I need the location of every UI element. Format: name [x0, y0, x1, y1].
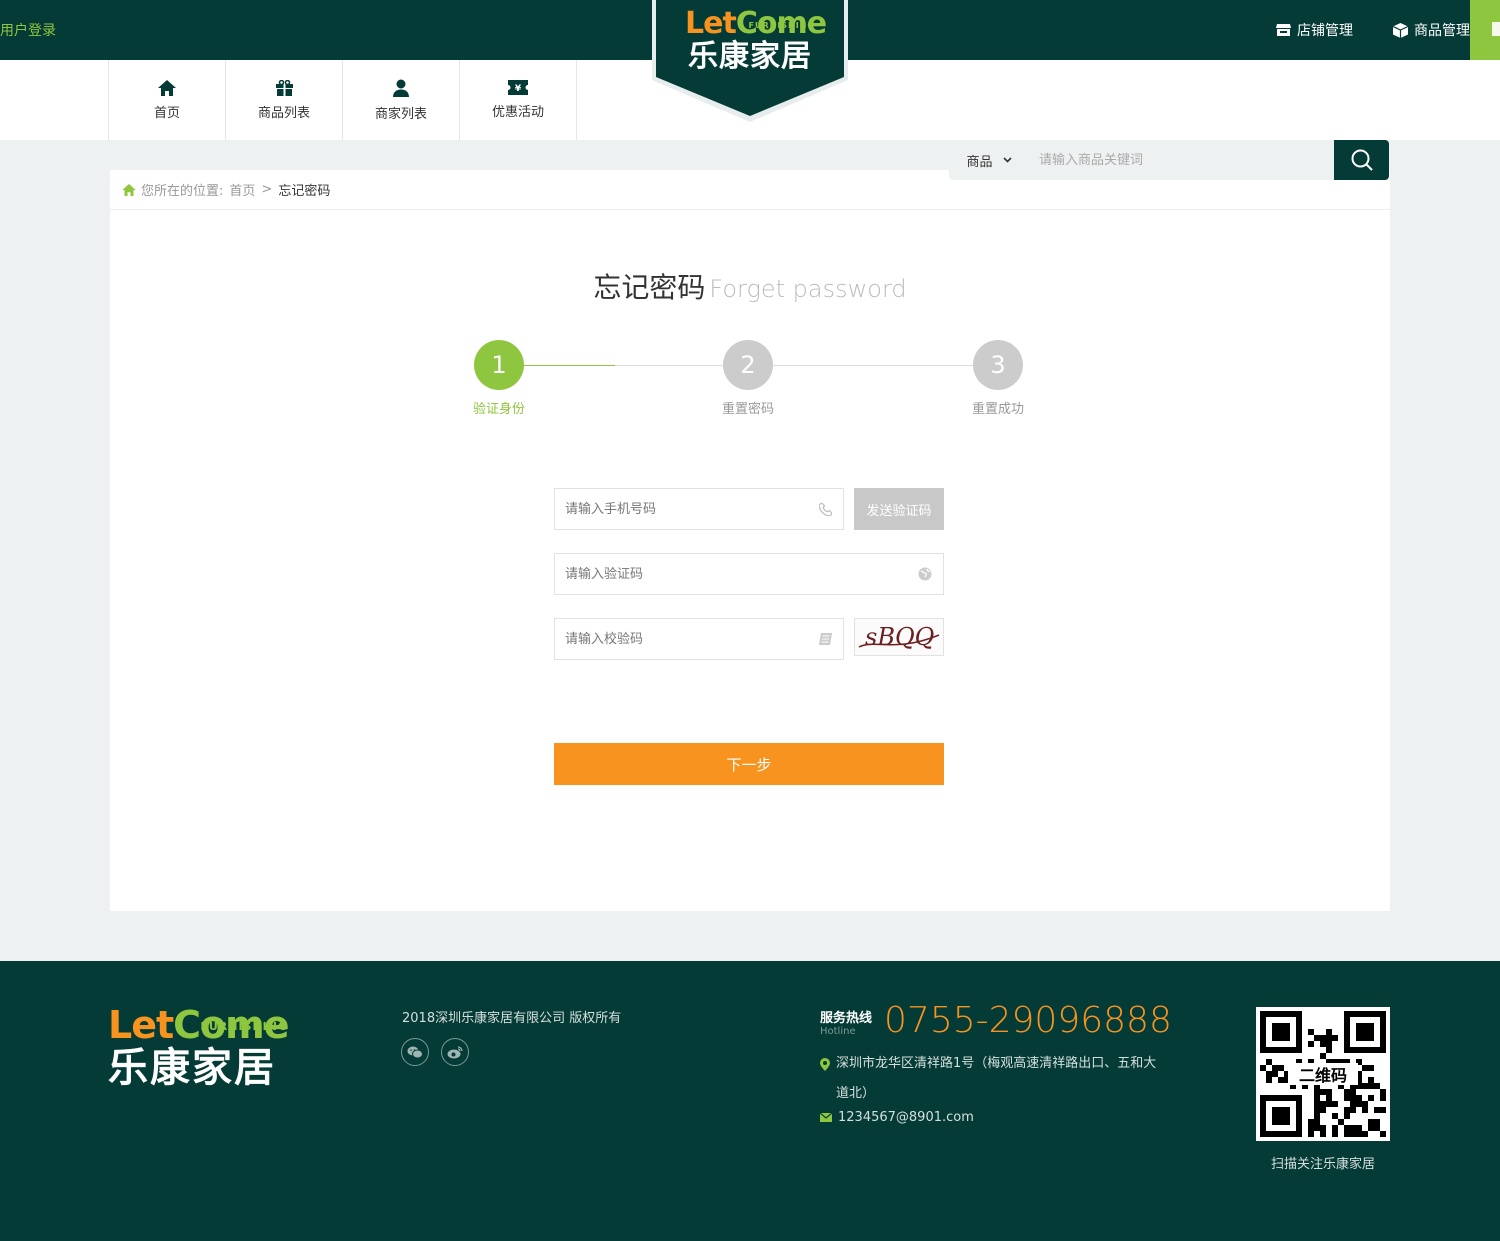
step-label: 验证身份: [472, 402, 525, 417]
captcha-graphic: sBQQ: [858, 623, 940, 651]
home-icon: [158, 79, 176, 96]
phone-field: [554, 488, 844, 530]
hotline-label-cn: 服务热线: [820, 1011, 873, 1026]
breadcrumb-separator: >: [261, 182, 273, 197]
store-management-label: 店铺管理: [1297, 23, 1353, 39]
search-button[interactable]: [1334, 140, 1389, 180]
social-links: [401, 1038, 481, 1066]
qr-caption: 扫描关注乐康家居: [1270, 1157, 1375, 1172]
captcha-text: sBQQ: [865, 623, 934, 651]
address: 深圳市龙华区清祥路1号（梅观高速清祥路出口、五和大道北）: [820, 1049, 1160, 1109]
home-icon: [122, 183, 136, 196]
user-icon: [393, 79, 409, 97]
step-number: 2: [723, 340, 773, 390]
qr-code: 二维码: [1256, 1007, 1390, 1141]
forgot-password-card: 您所在的位置: 首页 > 忘记密码 忘记密码 Forget password 1 …: [110, 170, 1390, 911]
logo-cn: 乐康家居: [108, 1045, 276, 1091]
email: 1234567@8901.com: [820, 1108, 974, 1128]
hotline-number: 0755-29096888: [884, 1000, 1172, 1041]
nav-item-merchants[interactable]: 商家列表: [343, 60, 460, 140]
verification-code-field: [554, 553, 944, 595]
step-reset-password: 2 重置密码: [708, 340, 788, 417]
weibo-icon: [447, 1045, 463, 1058]
qr-label: 二维码: [1288, 1063, 1358, 1085]
step-line: [615, 365, 999, 366]
page-title-cn: 忘记密码: [593, 271, 706, 304]
nav-item-promotions[interactable]: ¥ 优惠活动: [460, 60, 577, 140]
nav-item-label: 首页: [153, 105, 180, 121]
search-category-value: 商品: [966, 154, 993, 170]
box-icon: [1393, 22, 1408, 38]
chevron-down-icon: [1002, 157, 1012, 163]
captcha-input[interactable]: [555, 619, 807, 659]
logo-cn: 乐康家居: [688, 39, 812, 74]
progress-steps: 1 验证身份 2 重置密码 3 重置成功: [110, 340, 1390, 420]
book-icon: [819, 633, 832, 645]
weibo-link[interactable]: [441, 1038, 469, 1066]
step-number: 3: [973, 340, 1023, 390]
nav-item-label: 优惠活动: [491, 105, 544, 120]
step-reset-success: 3 重置成功: [958, 340, 1038, 417]
svg-text:¥: ¥: [515, 84, 522, 94]
step-number: 1: [474, 340, 524, 390]
search-bar: 商品: [949, 140, 1389, 180]
mail-icon: [820, 1113, 832, 1122]
phone-input[interactable]: [555, 489, 807, 529]
captcha-field: [554, 618, 844, 660]
nav-item-home[interactable]: 首页: [109, 60, 226, 140]
copyright-text: 2018深圳乐康家居有限公司 版权所有: [402, 1011, 622, 1026]
globe-icon: [918, 567, 932, 581]
site-logo[interactable]: LetCome FURNISHING 乐康家居: [685, 6, 827, 74]
store-management-link[interactable]: 店铺管理: [1276, 20, 1353, 40]
phone-icon: [818, 502, 832, 516]
email-text[interactable]: 1234567@8901.com: [838, 1108, 974, 1128]
page-title-en: Forget password: [709, 275, 907, 303]
send-code-button[interactable]: 发送验证码: [854, 488, 944, 530]
main-nav: 首页 商品列表 商家列表 ¥ 优惠活动: [108, 60, 577, 140]
logo-furnishing: FURNISHING: [200, 1020, 288, 1033]
step-label: 重置密码: [721, 402, 774, 417]
gift-icon: [275, 79, 293, 96]
logo-let: Let: [108, 1003, 174, 1047]
nav-item-products[interactable]: 商品列表: [226, 60, 343, 140]
search-icon: [1351, 149, 1373, 171]
product-management-link[interactable]: 商品管理: [1393, 20, 1470, 40]
page-title: 忘记密码 Forget password: [110, 266, 1390, 306]
location-icon: [820, 1058, 830, 1071]
step-label: 重置成功: [971, 402, 1024, 417]
coupon-icon: ¥: [508, 80, 528, 95]
footer: LetCome FURNISHING 乐康家居 2018深圳乐康家居有限公司 版权…: [0, 961, 1500, 1241]
logo-furnishing: FURNISHING: [748, 21, 815, 30]
next-step-button[interactable]: 下一步: [554, 743, 944, 785]
product-management-label: 商品管理: [1414, 23, 1470, 39]
breadcrumb-prefix: 您所在的位置:: [141, 184, 224, 199]
user-login-link[interactable]: 用户登录: [0, 20, 56, 40]
logo-let: Let: [685, 6, 737, 41]
footer-logo: LetCome FURNISHING 乐康家居: [108, 1003, 290, 1091]
hotline-label-en: Hotline: [820, 1026, 856, 1037]
wechat-icon: [407, 1046, 423, 1058]
address-text: 深圳市龙华区清祥路1号（梅观高速清祥路出口、五和大道北）: [836, 1056, 1157, 1101]
top-right-menu: 店铺管理 商品管理: [1236, 0, 1470, 60]
wechat-link[interactable]: [401, 1038, 429, 1066]
verification-code-input[interactable]: [555, 554, 907, 594]
nav-item-label: 商家列表: [374, 106, 427, 122]
search-input[interactable]: [1029, 140, 1334, 180]
captcha-image[interactable]: sBQQ: [854, 618, 944, 656]
breadcrumb-home[interactable]: 首页: [229, 180, 255, 199]
step-verify-identity: 1 验证身份: [459, 340, 539, 417]
hotline: 服务热线 Hotline 0755-29096888: [820, 1001, 1172, 1041]
side-tab[interactable]: [1470, 0, 1500, 60]
search-category-select[interactable]: 商品: [949, 140, 1029, 180]
breadcrumb-current: 忘记密码: [278, 184, 331, 199]
nav-item-label: 商品列表: [257, 105, 310, 121]
store-icon: [1276, 24, 1291, 36]
